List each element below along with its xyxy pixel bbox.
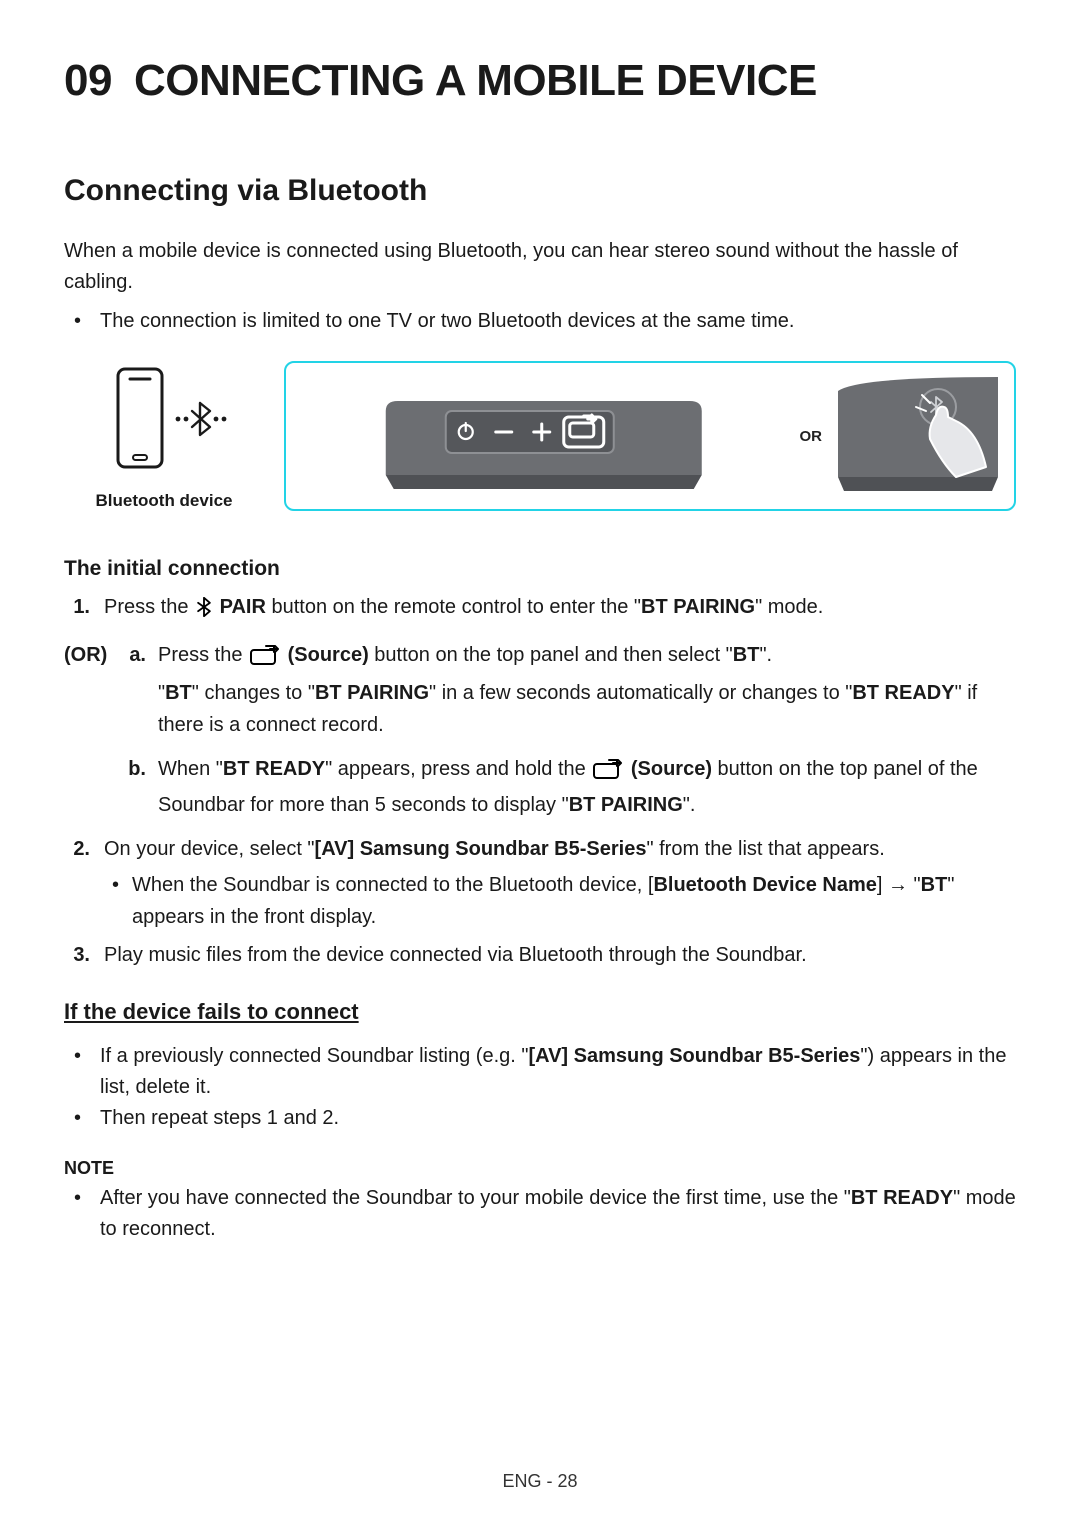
- nb1-ready: BT READY: [851, 1187, 953, 1209]
- source-icon: [593, 757, 623, 789]
- section-title: CONNECTING A MOBILE DEVICE: [134, 56, 817, 105]
- manual-page: 09 CONNECTING A MOBILE DEVICE Connecting …: [0, 0, 1080, 1532]
- step-3-body: Play music files from the device connect…: [104, 939, 1016, 971]
- phone-column: Bluetooth device: [64, 361, 264, 511]
- steps: 1. Press the PAIR button on the remote c…: [64, 591, 1016, 971]
- section-number: 09: [64, 56, 112, 105]
- substep-b-label: b.: [124, 753, 146, 821]
- substep-a-line2: "BT" changes to "BT PAIRING" in a few se…: [158, 677, 1016, 741]
- s2b-p1: When the Soundbar is connected to the Bl…: [132, 874, 653, 896]
- step-1-num: 1.: [64, 591, 90, 627]
- sa-pre: Press the: [158, 644, 248, 666]
- substep-b: b. When "BT READY" appears, press and ho…: [124, 753, 1016, 821]
- intro-paragraph: When a mobile device is connected using …: [64, 236, 1016, 298]
- step-2: 2. On your device, select "[AV] Samsung …: [64, 833, 1016, 933]
- s2-p1: On your device, select ": [104, 838, 315, 860]
- step-2-bullet-1: When the Soundbar is connected to the Bl…: [132, 869, 1016, 933]
- sb-p1: When ": [158, 758, 223, 780]
- bt-1: BT: [733, 644, 760, 666]
- s2b-p2: ] → ": [877, 874, 921, 896]
- step-1-end: " mode.: [755, 596, 823, 618]
- page-footer: ENG - 28: [0, 1471, 1080, 1492]
- note-bullets: After you have connected the Soundbar to…: [64, 1183, 1016, 1245]
- fb1-p1: If a previously connected Soundbar listi…: [100, 1045, 528, 1067]
- sa2-p2: " changes to ": [192, 682, 315, 704]
- step-2-body: On your device, select "[AV] Samsung Sou…: [104, 833, 1016, 933]
- bt-pairing-1: BT PAIRING: [641, 596, 755, 618]
- source-label-1: (Source): [282, 644, 369, 666]
- bluetooth-icon: [196, 595, 212, 627]
- nb1-p1: After you have connected the Soundbar to…: [100, 1187, 851, 1209]
- intro-bullet-1: The connection is limited to one TV or t…: [92, 306, 1016, 337]
- substep-a-body: Press the (Source) button on the top pan…: [158, 639, 1016, 741]
- substep-b-body: When "BT READY" appears, press and hold …: [158, 753, 1016, 821]
- page-title: 09 CONNECTING A MOBILE DEVICE: [64, 56, 1016, 106]
- or-body: a. Press the (Source) button on the top …: [124, 637, 1016, 821]
- source-label-2: (Source): [625, 758, 712, 780]
- fail-bullet-2: Then repeat steps 1 and 2.: [92, 1103, 1016, 1134]
- sb-p2: " appears, press and hold the: [325, 758, 591, 780]
- sb-ready: BT READY: [223, 758, 325, 780]
- s2-p2: " from the list that appears.: [646, 838, 884, 860]
- sa2-pair: BT PAIRING: [315, 682, 429, 704]
- s2b-bt: BT: [921, 874, 948, 896]
- sa-post: button on the top panel and then select …: [369, 644, 733, 666]
- note-bullet-1: After you have connected the Soundbar to…: [92, 1183, 1016, 1245]
- step-1-post: button on the remote control to enter th…: [266, 596, 641, 618]
- s2-dev: [AV] Samsung Soundbar B5-Series: [315, 838, 647, 860]
- sa-end: ".: [759, 644, 772, 666]
- source-icon: [250, 643, 280, 675]
- soundbar-top-diagram: [302, 377, 786, 495]
- fb1-dev: [AV] Samsung Soundbar B5-Series: [528, 1045, 860, 1067]
- step-2-bullets: When the Soundbar is connected to the Bl…: [104, 869, 1016, 933]
- subheading: Connecting via Bluetooth: [64, 174, 1016, 208]
- or-label-text: (OR): [64, 639, 110, 821]
- soundbar-touch-diagram: [838, 377, 998, 495]
- or-label: OR: [800, 428, 823, 445]
- sa2-p3: " in a few seconds automatically or chan…: [429, 682, 852, 704]
- pair-label: PAIR: [214, 596, 266, 618]
- sa2-bt: BT: [165, 682, 192, 704]
- sb-p4: ".: [683, 794, 696, 816]
- sa2-ready: BT READY: [852, 682, 954, 704]
- note-label: NOTE: [64, 1158, 1016, 1179]
- step-1-body: Press the PAIR button on the remote cont…: [104, 591, 1016, 627]
- s2b-name: Bluetooth Device Name: [653, 874, 876, 896]
- intro-bullets: The connection is limited to one TV or t…: [64, 306, 1016, 337]
- fail-heading: If the device fails to connect: [64, 999, 1016, 1025]
- fail-bullet-1: If a previously connected Soundbar listi…: [92, 1041, 1016, 1103]
- substep-a: a. Press the (Source) button on the top …: [124, 639, 1016, 741]
- step-3-num: 3.: [64, 939, 90, 971]
- step-1: 1. Press the PAIR button on the remote c…: [64, 591, 1016, 627]
- step-2-num: 2.: [64, 833, 90, 933]
- or-block: (OR) a. Press the (Source) button on the…: [64, 637, 1016, 821]
- step-3: 3. Play music files from the device conn…: [64, 939, 1016, 971]
- fail-bullets: If a previously connected Soundbar listi…: [64, 1041, 1016, 1134]
- phone-label: Bluetooth device: [96, 491, 233, 511]
- substep-a-label: a.: [124, 639, 146, 741]
- initial-connection-heading: The initial connection: [64, 557, 1016, 581]
- step-1-pre: Press the: [104, 596, 194, 618]
- sb-pair: BT PAIRING: [569, 794, 683, 816]
- soundbar-diagram-box: OR: [284, 361, 1016, 511]
- diagram-row: Bluetooth device: [64, 361, 1016, 511]
- phone-bluetooth-diagram: [84, 363, 244, 483]
